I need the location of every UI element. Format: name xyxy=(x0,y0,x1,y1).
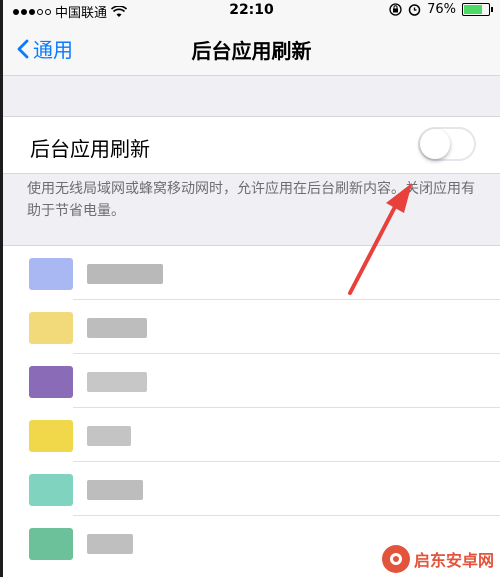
watermark-logo-icon xyxy=(381,545,410,573)
toggle-knob xyxy=(420,129,450,159)
status-bar: 中国联通 22:10 76% xyxy=(3,0,500,21)
app-icon xyxy=(29,366,73,398)
app-icon xyxy=(29,258,73,290)
app-row xyxy=(3,246,500,300)
alarm-icon xyxy=(408,4,421,16)
app-icon xyxy=(29,312,73,344)
annotation-arrow-icon xyxy=(348,183,412,295)
navigation-bar: 通用 后台应用刷新 xyxy=(3,20,500,76)
app-name-blurred xyxy=(87,480,143,500)
background-refresh-toggle[interactable] xyxy=(418,127,476,161)
app-name-blurred xyxy=(87,534,133,554)
app-icon xyxy=(29,420,73,452)
watermark-name: 启东安卓网 xyxy=(413,551,494,570)
app-list xyxy=(3,245,500,578)
app-row xyxy=(3,462,500,516)
watermark: 启东安卓网 xyxy=(381,545,494,573)
orientation-lock-icon xyxy=(389,3,402,16)
app-icon xyxy=(29,528,73,560)
status-right: 76% xyxy=(389,2,493,17)
app-name-blurred xyxy=(87,426,131,446)
app-name-blurred xyxy=(87,264,163,284)
background-refresh-cell: 后台应用刷新 xyxy=(3,116,500,174)
app-icon xyxy=(29,474,73,506)
app-row xyxy=(3,408,500,462)
background-refresh-label: 后台应用刷新 xyxy=(30,137,150,161)
page-title: 后台应用刷新 xyxy=(191,39,312,63)
battery-percent: 76% xyxy=(427,2,456,17)
app-row xyxy=(3,300,500,354)
app-name-blurred xyxy=(87,318,147,338)
app-row xyxy=(3,354,500,408)
app-name-blurred xyxy=(87,372,147,392)
battery-icon xyxy=(462,3,493,16)
